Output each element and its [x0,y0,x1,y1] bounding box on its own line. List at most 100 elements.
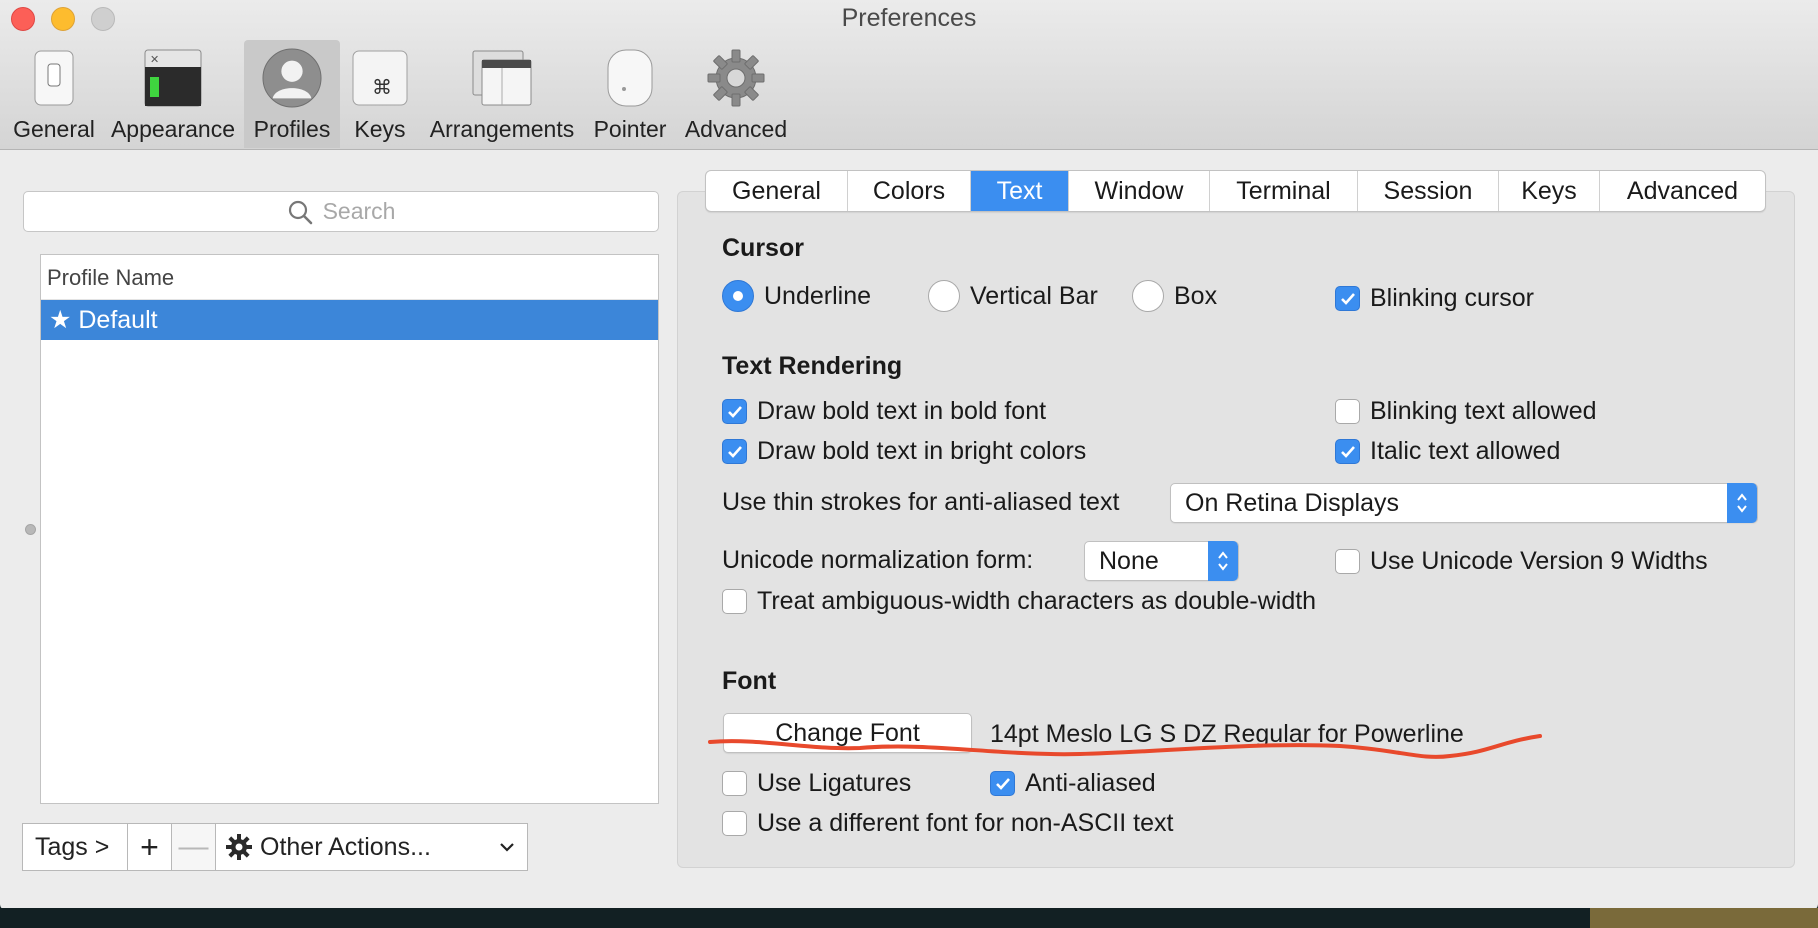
blinking-cursor-label: Blinking cursor [1370,284,1534,312]
cursor-underline-option[interactable]: Underline [722,280,871,312]
tab-keys[interactable]: Keys [1499,171,1600,211]
cursor-section-title: Cursor [722,234,804,262]
anti-aliased-checkbox[interactable] [990,771,1015,796]
italic-text-checkbox[interactable] [1335,439,1360,464]
toolbar-label: Keys [354,116,406,142]
preferences-window: Preferences General ✕ Appearance Profile… [0,0,1818,910]
profile-row-default[interactable]: ★ Default [41,300,658,340]
italic-text-option[interactable]: Italic text allowed [1335,437,1560,466]
italic-text-label: Italic text allowed [1370,437,1561,465]
unicode9-widths-label: Use Unicode Version 9 Widths [1370,547,1708,575]
arrangements-windows-icon [472,48,532,108]
appearance-window-icon: ✕ [143,48,203,108]
toolbar-general[interactable]: General [6,40,102,148]
unicode-normalization-select[interactable]: None [1084,541,1239,581]
toolbar-appearance[interactable]: ✕ Appearance [108,40,238,148]
ligatures-option[interactable]: Use Ligatures [722,769,911,798]
tab-session[interactable]: Session [1358,171,1499,211]
toolbar-pointer[interactable]: Pointer [588,40,672,148]
bright-colors-label: Draw bold text in bright colors [757,437,1087,465]
checkmark-icon [727,405,742,418]
toolbar-label: Pointer [593,116,667,142]
search-placeholder: Search [322,198,396,224]
bold-font-checkbox[interactable] [722,399,747,424]
vertical-bar-label: Vertical Bar [970,281,1098,310]
underline-label: Underline [764,281,872,310]
ambiguous-width-option[interactable]: Treat ambiguous-width characters as doub… [722,587,1316,616]
toolbar-label: Profiles [253,116,331,142]
search-input[interactable]: Search [23,191,659,232]
select-stepper-icon [1727,483,1757,523]
ambiguous-width-checkbox[interactable] [722,589,747,614]
toolbar-profiles[interactable]: Profiles [244,40,340,148]
blinking-text-option[interactable]: Blinking text allowed [1335,397,1597,426]
blinking-text-label: Blinking text allowed [1370,397,1597,425]
svg-text:✕: ✕ [150,53,159,66]
box-radio[interactable] [1132,280,1164,312]
keys-command-icon: ⌘ [350,48,410,108]
profile-name-column-header[interactable]: Profile Name [41,255,658,300]
tab-window[interactable]: Window [1069,171,1210,211]
profile-tab-bar: General Colors Text Window Terminal Sess… [705,170,1766,212]
ligatures-checkbox[interactable] [722,771,747,796]
blinking-text-checkbox[interactable] [1335,399,1360,424]
anti-aliased-option[interactable]: Anti-aliased [990,769,1156,798]
blinking-cursor-option[interactable]: Blinking cursor [1335,284,1534,313]
ambiguous-width-label: Treat ambiguous-width characters as doub… [757,587,1317,615]
ligatures-label: Use Ligatures [757,769,912,797]
chevron-down-icon [500,843,514,852]
cursor-vertical-bar-option[interactable]: Vertical Bar [928,280,1098,312]
remove-profile-button[interactable]: — [172,823,216,871]
unicode-normalization-label: Unicode normalization form: [722,546,1034,574]
checkmark-icon [995,777,1010,790]
toolbar-label: Advanced [684,116,788,142]
toolbar-keys[interactable]: ⌘ Keys [346,40,414,148]
toolbar-advanced[interactable]: Advanced [680,40,792,148]
bold-font-option[interactable]: Draw bold text in bold font [722,397,1046,426]
search-icon [288,200,312,224]
add-profile-button[interactable]: + [128,823,172,871]
vertical-bar-radio[interactable] [928,280,960,312]
toolbar-label: Appearance [110,116,236,142]
desktop-background [0,908,1818,928]
text-rendering-section-title: Text Rendering [722,352,903,380]
bright-colors-option[interactable]: Draw bold text in bright colors [722,437,1086,466]
bright-colors-checkbox[interactable] [722,439,747,464]
tags-button[interactable]: Tags > [22,823,128,871]
unicode-normalization-value: None [1099,546,1159,575]
unicode9-widths-option[interactable]: Use Unicode Version 9 Widths [1335,547,1708,576]
checkmark-icon [1340,445,1355,458]
non-ascii-font-label: Use a different font for non-ASCII text [757,809,1174,837]
pointer-mouse-icon [600,48,660,108]
toolbar-label: Arrangements [429,116,575,142]
cursor-box-option[interactable]: Box [1132,280,1217,312]
non-ascii-font-option[interactable]: Use a different font for non-ASCII text [722,809,1173,838]
font-section-title: Font [722,667,777,695]
thin-strokes-value: On Retina Displays [1185,488,1399,517]
red-underline-annotation [708,734,1542,759]
advanced-gear-icon [706,48,766,108]
checkmark-icon [1340,292,1355,305]
other-actions-label: Other Actions... [260,832,431,861]
split-view-handle[interactable] [25,524,36,535]
tab-terminal[interactable]: Terminal [1210,171,1358,211]
toolbar-arrangements[interactable]: Arrangements [425,40,579,148]
window-title: Preferences [841,4,977,32]
desktop-background-patch [1590,908,1818,928]
other-actions-menu[interactable]: Other Actions... [216,823,528,871]
tab-colors[interactable]: Colors [848,171,971,211]
anti-aliased-label: Anti-aliased [1025,769,1156,797]
underline-radio[interactable] [722,280,754,312]
thin-strokes-select[interactable]: On Retina Displays [1170,483,1758,523]
svg-text:⌘: ⌘ [372,75,392,99]
profile-list[interactable]: Profile Name ★ Default [40,254,659,804]
unicode9-widths-checkbox[interactable] [1335,549,1360,574]
checkmark-icon [727,445,742,458]
profiles-person-icon [262,48,322,108]
title-bar: Preferences General ✕ Appearance Profile… [0,0,1818,150]
tab-general[interactable]: General [706,171,848,211]
tab-text[interactable]: Text [971,171,1069,211]
non-ascii-font-checkbox[interactable] [722,811,747,836]
blinking-cursor-checkbox[interactable] [1335,286,1360,311]
tab-advanced[interactable]: Advanced [1600,171,1765,211]
